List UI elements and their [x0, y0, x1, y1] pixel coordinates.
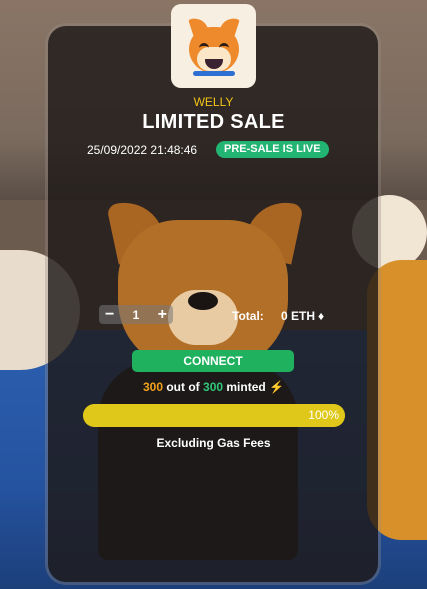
minted-out-of: out of	[166, 380, 200, 394]
gas-fee-note: Excluding Gas Fees	[156, 436, 271, 450]
logo	[171, 4, 256, 88]
decrement-button[interactable]: −	[105, 305, 114, 324]
increment-button[interactable]: +	[158, 305, 167, 324]
progress-label: 100%	[308, 408, 339, 422]
quantity-stepper: − 1 +	[99, 305, 173, 324]
page-title: LIMITED SALE	[142, 111, 285, 133]
status-badge: PRE-SALE IS LIVE	[216, 141, 329, 158]
minted-current: 300	[142, 380, 163, 394]
character-nose	[188, 292, 218, 310]
mint-progress-bar: 100%	[83, 404, 345, 427]
quantity-value: 1	[132, 307, 140, 322]
total-label: Total:	[232, 309, 264, 323]
eth-icon: ♦	[318, 309, 325, 323]
connect-button[interactable]: CONNECT	[132, 350, 294, 372]
shiba-logo-icon	[183, 15, 245, 77]
brand-name: WELLY	[193, 95, 234, 109]
total-value: 0 ETH	[281, 309, 316, 323]
sale-datetime: 25/09/2022 21:48:46	[87, 143, 198, 157]
progress-fill	[83, 404, 345, 427]
minted-max: 300	[203, 380, 224, 394]
minted-suffix: minted	[226, 380, 266, 394]
minted-count: 300 out of 300 minted ⚡	[0, 380, 427, 394]
lightning-icon: ⚡	[269, 380, 285, 394]
